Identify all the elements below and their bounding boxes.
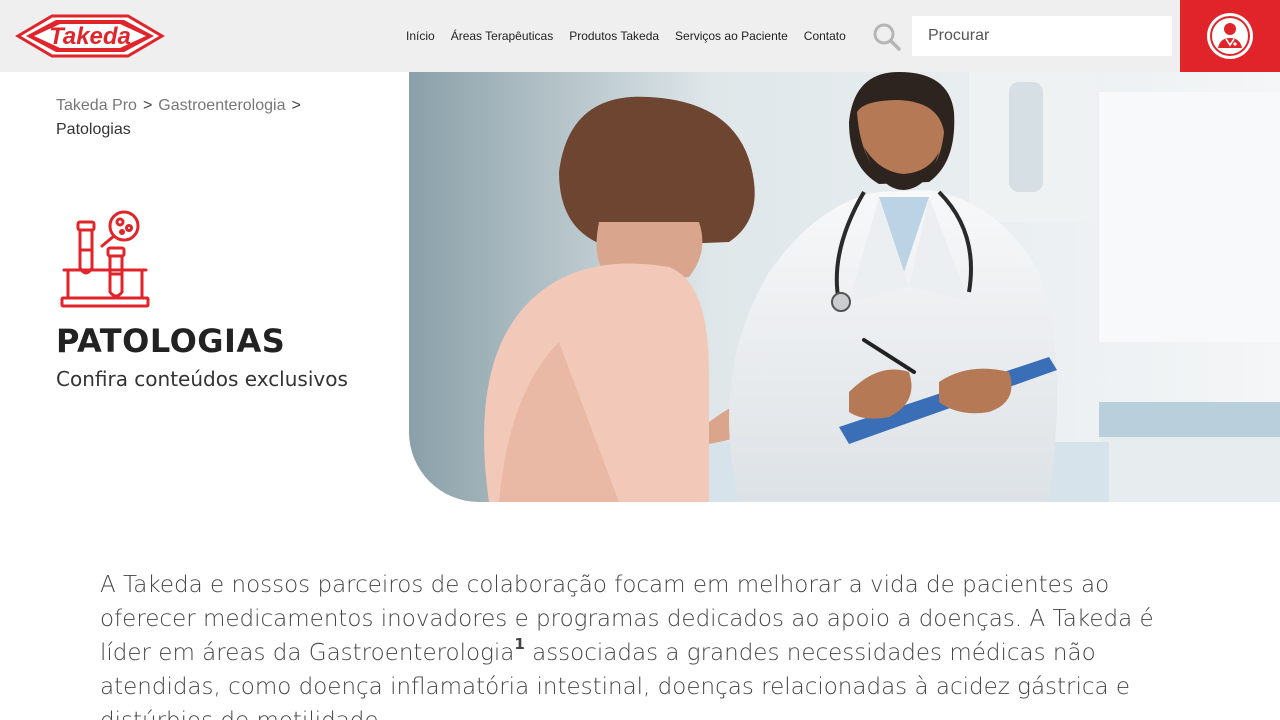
breadcrumb-gastroenterologia[interactable]: Gastroenterologia: [158, 97, 285, 114]
intro-paragraph: A Takeda e nossos parceiros de colaboraç…: [100, 568, 1180, 720]
site-header: Takeda Início Áreas Terapêuticas Produto…: [0, 0, 1280, 72]
takeda-logo[interactable]: Takeda: [12, 8, 168, 64]
svg-text:Takeda: Takeda: [49, 23, 131, 50]
breadcrumb-patologias: Patologias: [56, 121, 131, 138]
healthcare-professional-button[interactable]: [1180, 0, 1280, 72]
search-input[interactable]: [912, 16, 1172, 56]
lab-test-tubes-icon: [58, 208, 152, 310]
doctor-avatar-icon: [1207, 13, 1253, 59]
nav-inicio[interactable]: Início: [398, 29, 443, 43]
page-subtitle: Confira conteúdos exclusivos: [56, 367, 348, 391]
breadcrumb-takeda-pro[interactable]: Takeda Pro: [56, 97, 137, 114]
nav-areas-terapeuticas[interactable]: Áreas Terapêuticas: [443, 29, 562, 43]
hero-photo-doctor-patient: [409, 72, 1280, 502]
footnote-reference[interactable]: 1: [514, 635, 524, 653]
search-icon[interactable]: [872, 22, 902, 52]
breadcrumb-separator: >: [291, 97, 301, 114]
nav-contato[interactable]: Contato: [796, 29, 854, 43]
nav-servicos-paciente[interactable]: Serviços ao Paciente: [667, 29, 796, 43]
main-nav: Início Áreas Terapêuticas Produtos Taked…: [398, 0, 854, 72]
breadcrumb: Takeda Pro > Gastroenterologia > Patologias: [56, 94, 396, 142]
breadcrumb-separator: >: [142, 97, 153, 114]
page-title: PATOLOGIAS: [56, 322, 286, 360]
nav-produtos-takeda[interactable]: Produtos Takeda: [561, 29, 667, 43]
